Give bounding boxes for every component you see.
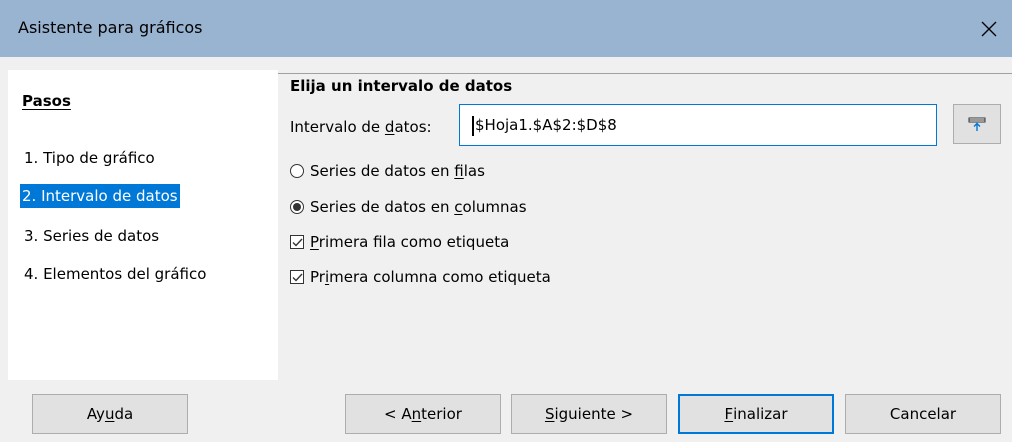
series-in-columns-radio[interactable]: Series de datos en columnas [290,196,527,218]
radio-circle [290,164,304,178]
checkmark-icon [292,238,303,247]
series-in-rows-label: Series de datos en filas [310,162,485,180]
steps-panel: Pasos 1. Tipo de gráfico 2. Intervalo de… [8,70,278,380]
title-bar: Asistente para gráficos [0,0,1012,57]
close-icon [981,21,997,36]
step-data-range[interactable]: 2. Intervalo de datos [20,184,180,208]
data-range-value: $Hoja1.$A$2:$D$8 [475,116,617,134]
shrink-button[interactable] [953,104,1001,144]
back-button[interactable]: < An terior [345,394,501,434]
section-title: Elija un intervalo de datos [290,77,513,95]
finish-button[interactable]: Finalizar [678,394,834,434]
cancel-button[interactable]: Cancelar [845,394,1001,434]
step-chart-elements[interactable]: 4. Elementos del gráfico [22,262,208,286]
window-title: Asistente para gráficos [18,18,203,37]
header-divider [278,73,1012,74]
checkmark-icon [292,273,303,282]
first-row-as-label-label: Primera fila como etiqueta [310,233,510,251]
radio-circle [290,200,304,214]
step-chart-type[interactable]: 1. Tipo de gráfico [22,146,157,170]
checkbox-box [290,235,304,249]
series-in-rows-radio[interactable]: Series de datos en filas [290,160,485,182]
first-row-as-label-checkbox[interactable]: Primera fila como etiqueta [290,231,509,253]
data-range-input[interactable]: $Hoja1.$A$2:$D$8 [459,104,937,146]
close-button[interactable] [966,0,1012,57]
data-range-label: Intervalo de datos: [290,118,432,136]
first-column-as-label-label: Primera columna como etiqueta [310,268,551,286]
step-data-series[interactable]: 3. Series de datos [22,224,161,248]
steps-heading: Pasos [22,92,71,110]
series-in-columns-label: Series de datos en columnas [310,198,527,216]
shrink-icon [968,117,986,131]
first-column-as-label-checkbox[interactable]: Primera columna como etiqueta [290,266,551,288]
checkbox-box [290,270,304,284]
text-caret [472,115,474,136]
next-button[interactable]: Siguiente > [511,394,667,434]
help-button[interactable]: Ay u da [32,394,188,434]
